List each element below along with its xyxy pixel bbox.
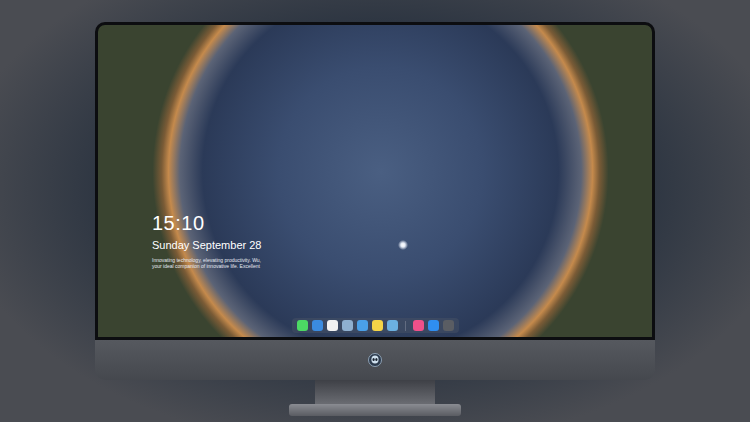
dock-app-icon[interactable] [443,320,454,331]
tagline-line: your ideal companion of innovative life.… [152,263,652,269]
monitor-stand-base [289,404,461,416]
tagline-line: Innovating technology, elevating product… [152,257,652,263]
dock-app-icon[interactable] [312,320,323,331]
dock-app-icon[interactable] [327,320,338,331]
dock-app-icon[interactable] [372,320,383,331]
tagline: Innovating technology, elevating product… [152,257,652,269]
monitor: 15:10 Sunday September 28 Innovating tec… [95,22,655,380]
dock-app-icon[interactable] [413,320,424,331]
dock-separator [405,321,406,331]
dock [292,318,459,333]
clock-time: 15:10 [152,212,652,234]
mockup-scene: 15:10 Sunday September 28 Innovating tec… [0,0,750,422]
dock-app-icon[interactable] [428,320,439,331]
clock-date: Sunday September 28 [152,238,652,252]
dock-app-icon[interactable] [357,320,368,331]
clock-widget: 15:10 Sunday September 28 Innovating tec… [98,25,652,269]
alien-logo-icon [368,353,382,367]
dock-app-icon[interactable] [387,320,398,331]
dock-app-icon[interactable] [297,320,308,331]
monitor-chin [95,340,655,380]
dock-app-icon[interactable] [342,320,353,331]
monitor-stand-neck [315,380,435,404]
desktop-screen: 15:10 Sunday September 28 Innovating tec… [95,22,655,340]
